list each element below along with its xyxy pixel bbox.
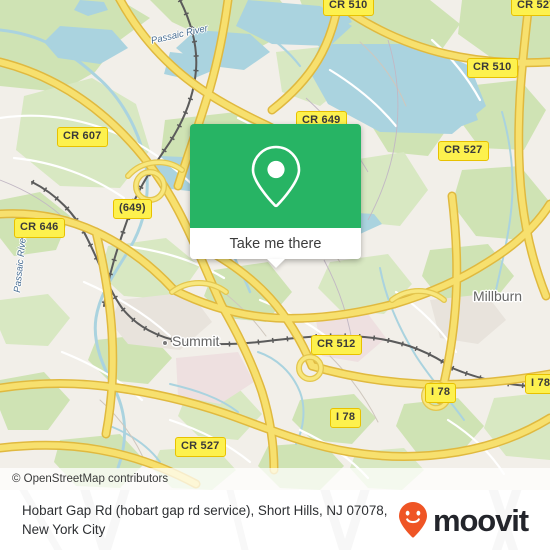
shield-cr-607: CR 607 xyxy=(57,127,108,147)
moovit-smiley-pin-icon xyxy=(398,502,427,538)
moovit-logo[interactable]: moovit xyxy=(398,501,536,539)
shield-cr-646: CR 646 xyxy=(14,218,65,238)
shield-cr-510-top: CR 510 xyxy=(323,0,374,16)
take-me-there-label: Take me there xyxy=(229,235,322,252)
shield-cr-527-lower: CR 527 xyxy=(175,437,226,457)
city-dot-summit xyxy=(162,340,168,346)
map-popup[interactable]: Take me there xyxy=(190,124,361,268)
popup-tail xyxy=(266,259,285,268)
shield-cr-510: CR 510 xyxy=(467,58,518,78)
shield-649: (649) xyxy=(113,199,152,219)
caption-bar: Hobart Gap Rd (hobart gap rd service), S… xyxy=(0,490,550,550)
shield-cr-512: CR 512 xyxy=(311,335,362,355)
popup-action-bar[interactable]: Take me there xyxy=(190,228,361,268)
moovit-wordmark: moovit xyxy=(432,502,529,538)
shield-cr-527: CR 527 xyxy=(438,141,489,161)
shield-i-78-lower: I 78 xyxy=(330,408,362,428)
shield-i-78-center: I 78 xyxy=(425,383,457,403)
popup-header xyxy=(190,124,361,228)
location-pin-icon xyxy=(251,145,300,208)
shield-cr-527-top: CR 527 xyxy=(511,0,550,16)
location-caption-text: Hobart Gap Rd (hobart gap rd service), S… xyxy=(22,503,388,537)
caption-inner: Hobart Gap Rd (hobart gap rd service), S… xyxy=(0,490,550,550)
map-attribution-bar: © OpenStreetMap contributors xyxy=(0,468,550,490)
attribution-text[interactable]: © OpenStreetMap contributors xyxy=(0,473,168,485)
screenshot-root: .green { fill:#cfe3b4; } .green2 { fill:… xyxy=(0,0,550,550)
shield-i-78-right: I 78 xyxy=(525,374,550,394)
